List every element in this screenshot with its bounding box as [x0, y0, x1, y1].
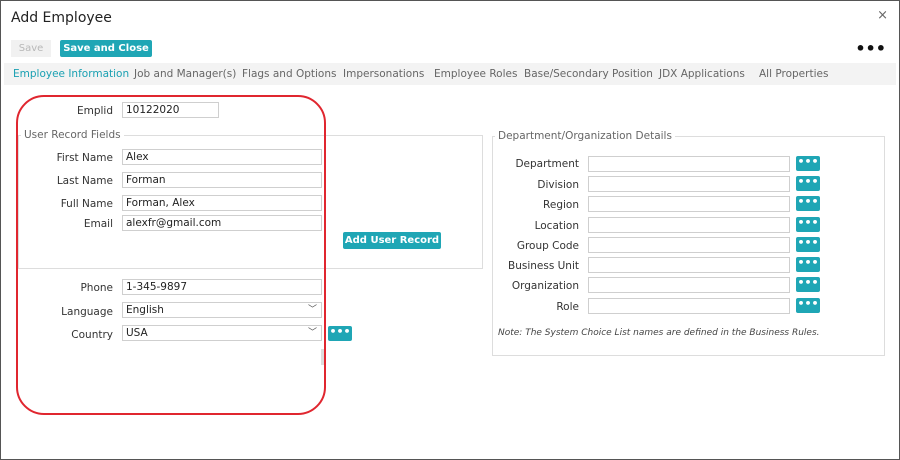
tab-jdx-applications[interactable]: JDX Applications	[659, 68, 745, 80]
country-label: Country	[71, 329, 113, 341]
department-label: Department	[515, 158, 579, 170]
country-select[interactable]: USA ﹀	[122, 325, 322, 341]
language-value: English	[126, 304, 164, 316]
business-rules-note: Note: The System Choice List names are d…	[498, 328, 820, 338]
business-unit-lookup-button[interactable]: •••	[796, 257, 820, 272]
tab-flags-and-options[interactable]: Flags and Options	[242, 68, 336, 80]
more-options-icon[interactable]: •••	[855, 39, 886, 58]
organization-label: Organization	[511, 280, 579, 292]
last-name-field[interactable]: Forman	[122, 172, 322, 188]
user-record-legend: User Record Fields	[21, 129, 124, 141]
phone-field[interactable]: 1-345-9897	[122, 279, 322, 295]
language-label: Language	[61, 306, 113, 318]
country-lookup-button[interactable]: •••	[328, 326, 352, 341]
tab-impersonations[interactable]: Impersonations	[343, 68, 424, 80]
close-icon[interactable]: ×	[877, 8, 888, 23]
tab-all-properties[interactable]: All Properties	[759, 68, 828, 80]
group-code-field[interactable]	[588, 237, 790, 253]
business-unit-label: Business Unit	[507, 260, 579, 272]
organization-field[interactable]	[588, 277, 790, 293]
group-code-lookup-button[interactable]: •••	[796, 237, 820, 252]
location-label: Location	[534, 220, 579, 232]
save-button[interactable]: Save	[11, 40, 51, 57]
dialog-title: Add Employee	[11, 10, 112, 26]
add-employee-dialog: Add Employee × Save Save and Close ••• E…	[0, 0, 900, 460]
dept-org-legend: Department/Organization Details	[495, 130, 675, 142]
department-field[interactable]	[588, 156, 790, 172]
division-lookup-button[interactable]: •••	[796, 176, 820, 191]
country-value: USA	[126, 327, 148, 339]
chevron-down-icon: ﹀	[307, 328, 317, 338]
role-field[interactable]	[588, 298, 790, 314]
full-name-label: Full Name	[60, 198, 113, 210]
division-label: Division	[537, 179, 579, 191]
tab-job-and-managers[interactable]: Job and Manager(s)	[134, 68, 236, 80]
tab-employee-roles[interactable]: Employee Roles	[434, 68, 517, 80]
chevron-down-icon: ﹀	[307, 305, 317, 315]
role-lookup-button[interactable]: •••	[796, 298, 820, 313]
tab-employee-information[interactable]: Employee Information	[13, 68, 129, 80]
first-name-field[interactable]: Alex	[122, 149, 322, 165]
business-unit-field[interactable]	[588, 257, 790, 273]
division-field[interactable]	[588, 176, 790, 192]
emplid-field[interactable]: 10122020	[122, 102, 219, 118]
group-code-label: Group Code	[516, 240, 579, 252]
location-field[interactable]	[588, 217, 790, 233]
phone-label: Phone	[80, 282, 113, 294]
email-label: Email	[83, 218, 113, 230]
last-name-label: Last Name	[56, 175, 113, 187]
region-lookup-button[interactable]: •••	[796, 196, 820, 211]
organization-lookup-button[interactable]: •••	[796, 277, 820, 292]
first-name-label: First Name	[56, 152, 113, 164]
role-label: Role	[556, 301, 579, 313]
full-name-field[interactable]: Forman, Alex	[122, 195, 322, 211]
department-lookup-button[interactable]: •••	[796, 156, 820, 171]
location-lookup-button[interactable]: •••	[796, 217, 820, 232]
save-and-close-button[interactable]: Save and Close	[60, 40, 152, 57]
scrollbar-stub[interactable]	[321, 349, 324, 365]
tab-base-secondary-position[interactable]: Base/Secondary Position	[524, 68, 653, 80]
region-field[interactable]	[588, 196, 790, 212]
language-select[interactable]: English ﹀	[122, 302, 322, 318]
tab-bar: Employee Information Job and Manager(s) …	[4, 63, 896, 85]
emplid-label: Emplid	[76, 105, 113, 117]
region-label: Region	[543, 199, 579, 211]
add-user-record-button[interactable]: Add User Record	[343, 232, 441, 249]
email-field[interactable]: alexfr@gmail.com	[122, 215, 322, 231]
